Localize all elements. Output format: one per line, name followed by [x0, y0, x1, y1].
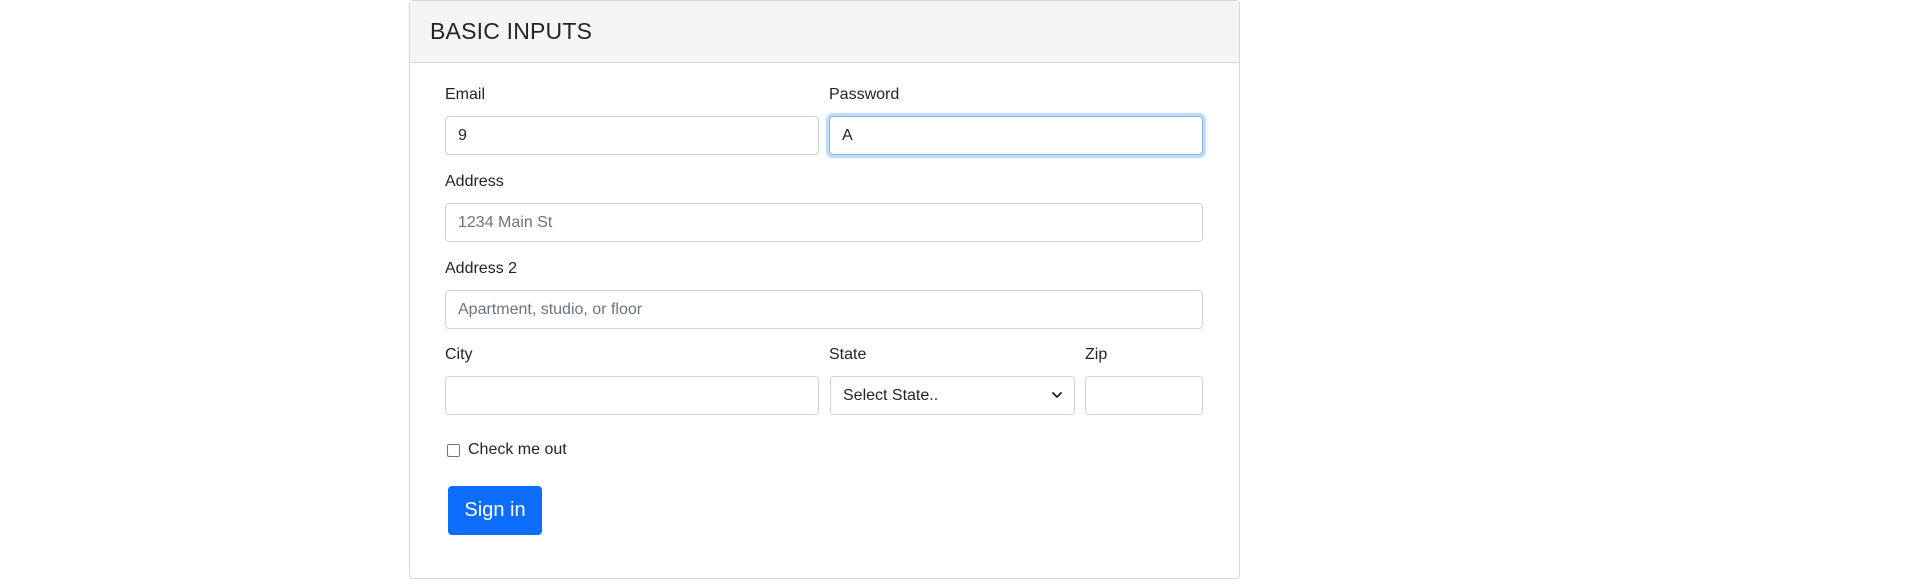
email-field[interactable]: [445, 116, 819, 155]
card-header: BASIC INPUTS: [410, 1, 1239, 63]
address2-label: Address 2: [445, 260, 518, 277]
address-field[interactable]: [445, 203, 1203, 242]
city-label: City: [445, 346, 473, 363]
address-label: Address: [445, 173, 504, 190]
card-title: BASIC INPUTS: [430, 18, 593, 44]
check-me-out-label: Check me out: [468, 441, 567, 458]
check-me-out-row: Check me out: [447, 441, 567, 459]
zip-label: Zip: [1085, 346, 1108, 363]
chevron-down-icon: [1052, 391, 1062, 401]
password-field[interactable]: [829, 116, 1203, 155]
address2-field[interactable]: [445, 290, 1203, 329]
state-selected-value: Select State..: [843, 386, 939, 404]
state-label: State: [829, 346, 867, 363]
sign-in-button[interactable]: Sign in: [448, 486, 542, 535]
zip-field[interactable]: [1085, 376, 1203, 415]
email-label: Email: [445, 86, 486, 103]
state-select[interactable]: Select State..: [830, 376, 1075, 415]
check-me-out-checkbox[interactable]: [447, 443, 460, 457]
city-field[interactable]: [445, 376, 819, 415]
password-label: Password: [829, 86, 900, 103]
